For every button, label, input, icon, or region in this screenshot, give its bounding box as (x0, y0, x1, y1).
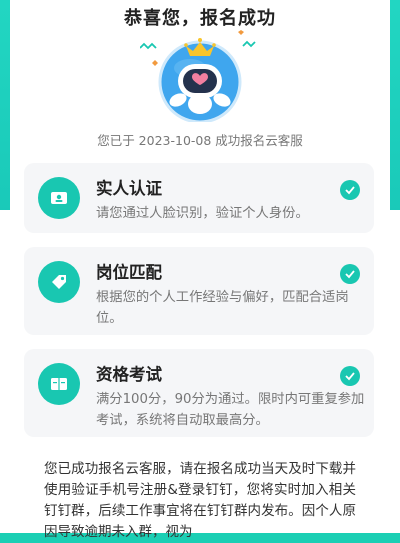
registration-card: 恭喜您，报名成功 您已于 2023-10-08 成功报名云客服 实人认证 请您通… (10, 0, 390, 533)
registration-date-text: 您已于 2023-10-08 成功报名云客服 (97, 133, 303, 148)
robot-mascot-image (140, 30, 256, 122)
check-icon (340, 264, 360, 284)
step-description: 根据您的个人工作经验与偏好，匹配合适岗位。 (96, 290, 349, 326)
step-title: 岗位匹配 (96, 263, 162, 282)
step-description: 请您通过人脸识别，验证个人身份。 (96, 206, 309, 221)
check-icon (340, 180, 360, 200)
step-card-identity: 实人认证 请您通过人脸识别，验证个人身份。 (24, 163, 374, 233)
step-description: 满分100分，90分为通过。限时内可重复参加考试，系统将自动取最高分。 (96, 392, 365, 428)
step-card-exam: 资格考试 满分100分，90分为通过。限时内可重复参加考试，系统将自动取最高分。 (24, 349, 374, 437)
tag-icon (38, 261, 80, 303)
step-title: 资格考试 (96, 365, 162, 384)
page-title: 恭喜您，报名成功 (124, 8, 276, 29)
book-icon (38, 363, 80, 405)
step-title: 实人认证 (96, 179, 162, 198)
id-card-icon (38, 177, 80, 219)
step-card-job-match: 岗位匹配 根据您的个人工作经验与偏好，匹配合适岗位。 (24, 247, 374, 335)
instructions-text: 您已成功报名云客服，请在报名成功当天及时下载并使用验证手机号注册&登录钉钉，您将… (44, 461, 356, 540)
check-icon (340, 366, 360, 386)
